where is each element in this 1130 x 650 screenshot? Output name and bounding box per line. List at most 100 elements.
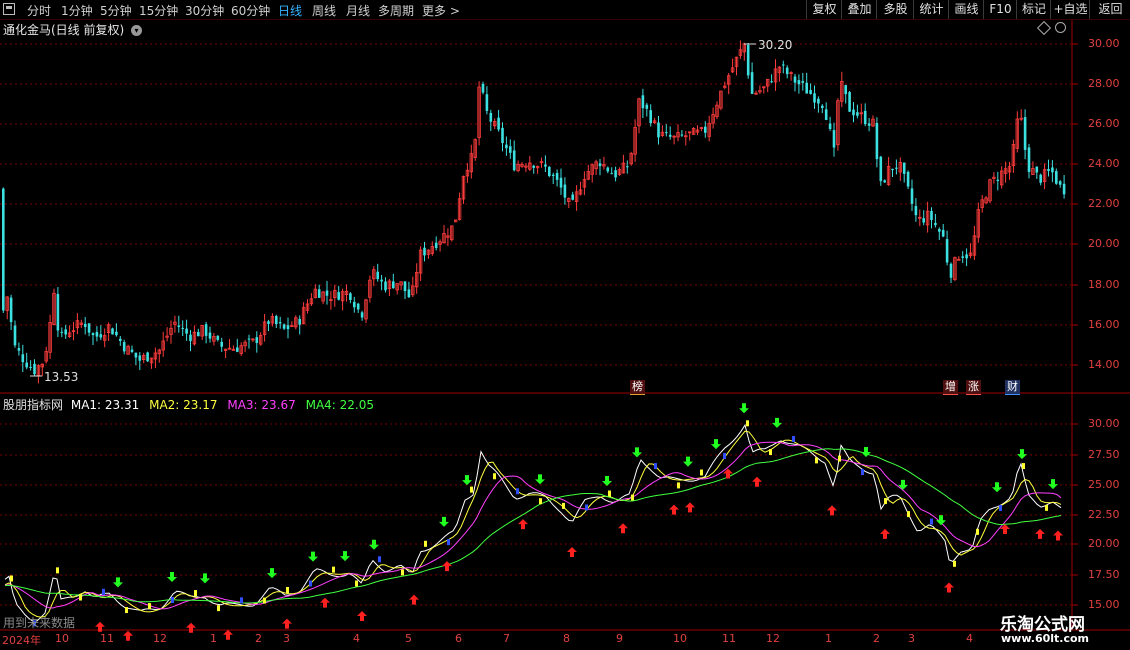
candle-body <box>138 355 142 361</box>
candle-body <box>83 323 87 327</box>
signal-bar <box>861 469 864 476</box>
candle-body <box>571 194 574 200</box>
watermark-url: www.60lt.com <box>1001 632 1090 645</box>
candle-body <box>852 109 855 116</box>
y-tick-label: 24.00 <box>1088 157 1120 170</box>
candle-body <box>645 104 649 109</box>
signal-bar <box>217 605 220 612</box>
indicator-y-tick-label: 22.50 <box>1088 508 1120 521</box>
x-tick-label: 1 <box>825 632 832 645</box>
candle-body <box>649 110 652 124</box>
candle-body <box>56 293 60 331</box>
x-tick-label: 2 <box>255 632 262 645</box>
buy-signal-arrow <box>739 403 749 414</box>
signal-bar <box>1045 504 1048 511</box>
signal-bar <box>125 607 128 614</box>
candle-body <box>512 150 516 171</box>
candle-body <box>87 323 91 333</box>
candle-body <box>501 127 504 143</box>
sell-signal-arrow <box>186 622 196 633</box>
x-tick-label: 3 <box>283 632 290 645</box>
candle-body <box>9 297 13 323</box>
buy-signal-arrow <box>861 447 871 458</box>
candle-body <box>122 342 126 352</box>
signal-bar <box>148 603 151 610</box>
sell-signal-arrow <box>409 594 419 605</box>
candle-body <box>255 337 259 343</box>
candle-body <box>906 171 910 187</box>
event-badge[interactable]: 财 <box>1005 380 1020 395</box>
candle-body <box>750 72 754 94</box>
candle-body <box>376 271 379 280</box>
candle-body <box>832 130 836 148</box>
candle-body <box>879 156 883 182</box>
signal-bar <box>516 488 519 495</box>
x-tick-label: 9 <box>616 632 623 645</box>
sell-signal-arrow <box>442 561 452 572</box>
candle-body <box>770 81 773 83</box>
sell-signal-arrow <box>123 630 133 641</box>
x-tick-label: 10 <box>55 632 69 645</box>
candle-body <box>278 322 282 324</box>
candle-body <box>1058 181 1062 185</box>
candle-body <box>668 134 672 137</box>
sell-signal-arrow <box>1053 530 1063 541</box>
buy-signal-arrow <box>369 539 379 550</box>
signal-bar <box>746 420 749 427</box>
candle-body <box>548 166 551 177</box>
candle-body <box>848 92 851 112</box>
buy-signal-arrow <box>167 571 177 582</box>
candle-body <box>509 146 512 153</box>
sell-signal-arrow <box>357 610 367 621</box>
min-price-label: 13.53 <box>44 370 79 384</box>
x-tick-label: 12 <box>153 632 167 645</box>
candle-body <box>29 366 32 368</box>
candle-body <box>801 81 805 83</box>
candle-body <box>407 289 411 298</box>
buy-signal-arrow <box>535 474 545 485</box>
signal-bar <box>171 597 174 604</box>
buy-signal-arrow <box>711 439 721 450</box>
candle-body <box>95 332 99 337</box>
candle-body <box>1047 168 1050 171</box>
candle-body <box>505 144 508 149</box>
ma4-label: MA4: 22.05 <box>305 398 375 412</box>
candle-body <box>384 281 387 291</box>
signal-bar <box>332 566 335 573</box>
signal-bar <box>700 469 703 476</box>
candle-body <box>895 167 898 169</box>
event-badge[interactable]: 涨 <box>966 380 981 395</box>
event-badge[interactable]: 榜 <box>630 380 645 395</box>
candle-body <box>197 331 200 337</box>
event-badge[interactable]: 增 <box>943 380 958 395</box>
x-tick-label: 12 <box>766 632 780 645</box>
x-tick-label: 4 <box>353 632 360 645</box>
candle-body <box>934 222 937 226</box>
x-tick-label: 10 <box>673 632 687 645</box>
candle-body <box>489 112 493 122</box>
indicator-name: 股朋指标网 <box>3 398 64 412</box>
buy-signal-arrow <box>683 456 693 467</box>
candle-body <box>134 352 138 358</box>
candle-body <box>481 83 485 93</box>
candle-body <box>941 229 945 237</box>
candle-body <box>1055 171 1058 184</box>
buy-signal-arrow <box>992 482 1002 493</box>
buy-signal-arrow <box>602 475 612 486</box>
candle-body <box>626 166 629 168</box>
candle-body <box>208 332 212 339</box>
signal-bar <box>677 482 680 489</box>
candle-body <box>403 281 407 292</box>
candle-body <box>317 289 321 298</box>
x-tick-label: 4 <box>966 632 973 645</box>
candle-body <box>1039 174 1042 183</box>
candle-body <box>559 177 563 188</box>
x-tick-label: 1 <box>210 632 217 645</box>
max-price-label: 30.20 <box>758 38 793 52</box>
buy-signal-arrow <box>439 516 449 527</box>
sell-signal-arrow <box>944 582 954 593</box>
candle-body <box>1023 117 1027 150</box>
sell-signal-arrow <box>282 618 292 629</box>
candle-body <box>680 134 684 136</box>
sell-signal-arrow <box>669 504 679 515</box>
